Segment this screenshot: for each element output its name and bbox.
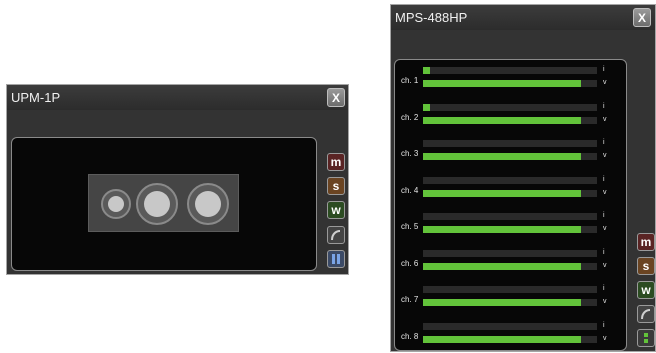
voltage-indicator-label: v: [603, 334, 607, 342]
channel-row: ch. 8 iv: [395, 319, 626, 353]
mps-488hp-window: MPS-488HP X ch. 1 i v ch. 2 i v ch. 3 i v ch. 4iv…: [390, 4, 656, 352]
current-meter-track: [423, 140, 597, 147]
voltage-meter-fill: [423, 226, 582, 233]
upm-1p-polarity-icon[interactable]: [327, 226, 345, 244]
current-indicator-label: i: [603, 212, 605, 219]
mps-488hp-solo-button[interactable]: s: [637, 257, 655, 275]
voltage-indicator-label: v: [603, 115, 607, 123]
voltage-indicator-label: v: [603, 298, 607, 305]
channel-label: ch. 5: [401, 222, 419, 231]
upm-1p-wink-button[interactable]: w: [327, 201, 345, 219]
voltage-indicator-label: v: [603, 225, 607, 232]
current-meter-track: [423, 67, 597, 74]
channel-row: ch. 6 iv: [395, 246, 626, 280]
upm-1p-close-button[interactable]: X: [327, 88, 345, 107]
voltage-meter-fill: [423, 335, 582, 343]
current-meter-track: [423, 103, 597, 111]
channel-label: ch. 1: [401, 76, 419, 85]
voltage-meter-fill: [423, 116, 582, 124]
mps-488hp-wink-button[interactable]: w: [637, 281, 655, 299]
voltage-meter-fill: [423, 80, 582, 87]
voltage-indicator-label: v: [603, 152, 607, 159]
tweeter-cone: [108, 196, 124, 212]
channel-row: ch. 7 iv: [395, 282, 626, 316]
voltage-meter-fill: [423, 262, 582, 270]
mps-488hp-meter-icon[interactable]: [637, 329, 655, 347]
voltage-meter-fill: [423, 299, 582, 306]
upm-1p-solo-button[interactable]: s: [327, 177, 345, 195]
voltage-meter-track: [423, 262, 597, 270]
current-indicator-label: i: [603, 285, 605, 292]
channel-label: ch. 4: [401, 185, 419, 195]
channel-label: ch. 6: [401, 258, 419, 268]
mps-488hp-meter-panel: ch. 1 i v ch. 2 i v ch. 3 i v ch. 4 i v ch. 5 i v ch. 6…: [394, 59, 627, 351]
voltage-meter-track: [423, 116, 597, 124]
current-meter-fill: [423, 103, 430, 111]
voltage-indicator-label: v: [603, 79, 607, 86]
voltage-meter-track: [423, 335, 597, 343]
voltage-meter-track: [423, 226, 597, 233]
voltage-meter-fill: [423, 189, 582, 197]
mps-488hp-mute-button[interactable]: m: [637, 233, 655, 251]
channel-label: ch. 3: [401, 149, 419, 158]
channel-row: ch. 4 iv: [395, 173, 626, 207]
upm-1p-display-panel: [11, 137, 317, 271]
channel-row: ch. 2 iv: [395, 100, 626, 134]
channel-row: ch. 1 iv: [395, 63, 626, 97]
voltage-indicator-label: v: [603, 188, 607, 196]
upm-1p-window: UPM-1P X m s w: [6, 84, 349, 275]
current-indicator-label: i: [603, 321, 605, 329]
mps-488hp-polarity-icon[interactable]: [637, 305, 655, 323]
upm-1p-mute-button[interactable]: m: [327, 153, 345, 171]
current-meter-track: [423, 286, 597, 293]
current-indicator-label: i: [603, 248, 605, 256]
voltage-indicator-label: v: [603, 261, 607, 269]
current-meter-fill: [423, 67, 430, 74]
voltage-meter-track: [423, 189, 597, 197]
channel-row: ch. 3 iv: [395, 136, 626, 170]
voltage-meter-track: [423, 80, 597, 87]
mps-488hp-title[interactable]: MPS-488HP: [391, 5, 655, 30]
speaker-module: [88, 174, 239, 232]
current-indicator-label: i: [603, 175, 605, 183]
voltage-meter-track: [423, 153, 597, 160]
current-indicator-label: i: [603, 66, 605, 73]
upm-1p-title[interactable]: UPM-1P: [7, 85, 348, 110]
current-indicator-label: i: [603, 102, 605, 110]
channel-label: ch. 7: [401, 295, 419, 304]
current-meter-track: [423, 249, 597, 257]
mps-488hp-close-button[interactable]: X: [633, 8, 651, 27]
woofer-left-cone: [144, 191, 170, 217]
current-meter-track: [423, 322, 597, 330]
current-meter-track: [423, 213, 597, 220]
channel-label: ch. 8: [401, 331, 419, 341]
woofer-right-cone: [195, 191, 221, 217]
current-indicator-label: i: [603, 139, 605, 146]
upm-1p-meter-icon[interactable]: [327, 250, 345, 268]
current-meter-track: [423, 176, 597, 184]
speaker-drivers: [101, 183, 229, 225]
voltage-meter-track: [423, 299, 597, 306]
channel-row: ch. 5 iv: [395, 209, 626, 243]
voltage-meter-fill: [423, 153, 582, 160]
channel-label: ch. 2: [401, 112, 419, 122]
